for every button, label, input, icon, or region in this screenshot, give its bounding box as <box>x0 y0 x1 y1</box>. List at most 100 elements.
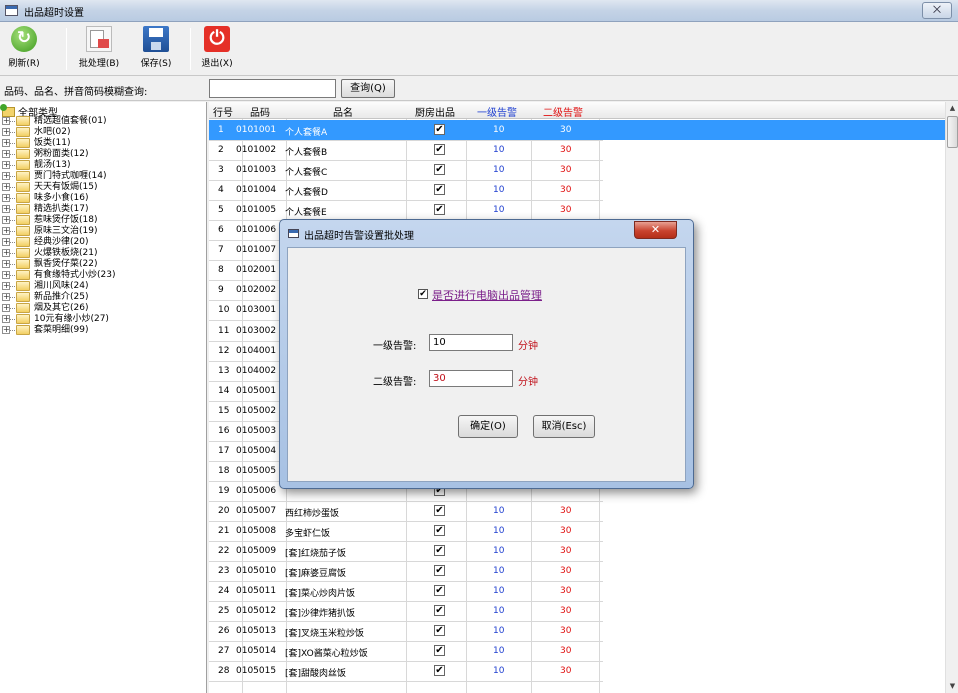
cell-row-no: 13 <box>218 366 230 376</box>
ok-button[interactable]: 确定(O) <box>458 415 518 438</box>
cell-row-no: 23 <box>218 566 230 576</box>
cell-name: 多宝虾仁饭 <box>285 529 331 539</box>
cell-level1: 10 <box>493 586 505 596</box>
batch-button[interactable]: 批处理(B) <box>72 26 126 72</box>
kitchen-checkbox[interactable]: ✔ <box>434 665 445 676</box>
expand-icon[interactable]: + <box>2 150 10 158</box>
expand-icon[interactable]: + <box>2 293 10 301</box>
kitchen-checkbox[interactable]: ✔ <box>434 585 445 596</box>
cell-code: 0104002 <box>236 366 277 376</box>
tree-connector <box>10 220 15 221</box>
kitchen-checkbox[interactable]: ✔ <box>434 545 445 556</box>
kitchen-checkbox[interactable]: ✔ <box>434 605 445 616</box>
grid-header: 行号 品码 品名 厨房出品 一级告警 二级告警 <box>209 102 945 119</box>
expand-icon[interactable]: + <box>2 260 10 268</box>
tree-connector <box>10 132 15 133</box>
save-button[interactable]: 保存(S) <box>134 26 178 72</box>
cell-code: 0101002 <box>236 145 277 155</box>
dialog-window-icon <box>288 229 299 238</box>
kitchen-checkbox[interactable]: ✔ <box>434 144 445 155</box>
table-row[interactable]: 5 0101005 个人套餐E ✔ 10 30 <box>209 200 945 220</box>
kitchen-checkbox[interactable]: ✔ <box>434 204 445 215</box>
dialog-close-button[interactable]: ✕ <box>634 221 677 239</box>
header-level1[interactable]: 一级告警 <box>477 104 517 119</box>
kitchen-checkbox[interactable]: ✔ <box>434 505 445 516</box>
level2-input[interactable] <box>429 370 513 387</box>
table-row[interactable]: 23 0105010 [套]麻婆豆腐饭 ✔ 10 30 <box>209 561 945 581</box>
table-row[interactable]: 27 0105014 [套]XO酱菜心粒炒饭 ✔ 10 30 <box>209 641 945 661</box>
expand-icon[interactable]: + <box>2 183 10 191</box>
search-input[interactable] <box>209 79 336 98</box>
cell-code: 0103001 <box>236 305 277 315</box>
expand-icon[interactable]: + <box>2 326 10 334</box>
table-row[interactable]: 20 0105007 西红柿炒蛋饭 ✔ 10 30 <box>209 501 945 521</box>
expand-icon[interactable]: + <box>2 117 10 125</box>
expand-icon[interactable]: + <box>2 172 10 180</box>
cell-code: 0101005 <box>236 205 277 215</box>
folder-icon <box>16 193 30 203</box>
table-row[interactable]: 25 0105012 [套]沙律炸猪扒饭 ✔ 10 30 <box>209 601 945 621</box>
table-row[interactable]: 22 0105009 [套]红烧茄子饭 ✔ 10 30 <box>209 541 945 561</box>
search-bar: 品码、品名、拼音简码模糊查询: 查询(Q) <box>0 77 958 101</box>
cell-name: [套]麻婆豆腐饭 <box>285 569 347 579</box>
tree-connector <box>10 253 15 254</box>
kitchen-checkbox[interactable]: ✔ <box>434 565 445 576</box>
expand-icon[interactable]: + <box>2 216 10 224</box>
table-row[interactable]: 28 0105015 [套]甜酸肉丝饭 ✔ 10 30 <box>209 661 945 681</box>
kitchen-checkbox[interactable]: ✔ <box>434 124 445 135</box>
header-kitchen[interactable]: 厨房出品 <box>415 104 455 119</box>
enable-checkbox-label[interactable]: 是否进行电脑出品管理 <box>432 287 542 303</box>
header-name[interactable]: 品名 <box>333 104 353 119</box>
tree-connector <box>10 286 15 287</box>
kitchen-checkbox[interactable]: ✔ <box>434 625 445 636</box>
expand-icon[interactable]: + <box>2 205 10 213</box>
cell-code: 0105008 <box>236 526 277 536</box>
table-row[interactable]: 3 0101003 个人套餐C ✔ 10 30 <box>209 160 945 180</box>
grid-scrollbar[interactable]: ▲ ▼ <box>945 102 958 693</box>
expand-icon[interactable]: + <box>2 249 10 257</box>
expand-icon[interactable]: + <box>2 128 10 136</box>
window-close-button[interactable]: ⨉ <box>922 2 952 19</box>
window-title: 出品超时设置 <box>24 8 84 19</box>
kitchen-checkbox[interactable]: ✔ <box>434 164 445 175</box>
expand-icon[interactable]: + <box>2 139 10 147</box>
kitchen-checkbox[interactable]: ✔ <box>434 184 445 195</box>
table-row[interactable]: 26 0105013 [套]叉烧玉米粒炒饭 ✔ 10 30 <box>209 621 945 641</box>
header-row-no[interactable]: 行号 <box>213 104 233 119</box>
cell-row-no: 11 <box>218 326 230 336</box>
table-row[interactable]: 24 0105011 [套]菜心炒肉片饭 ✔ 10 30 <box>209 581 945 601</box>
expand-icon[interactable]: + <box>2 161 10 169</box>
category-tree: 全部类型 + 精选超值套餐(01) + 水吧(02) + 饭类(11) + 粥粉面类(12) +… <box>0 102 207 693</box>
table-row[interactable]: 1 0101001 个人套餐A ✔ 10 30 <box>209 120 945 140</box>
expand-icon[interactable]: + <box>2 315 10 323</box>
header-level2[interactable]: 二级告警 <box>543 104 583 119</box>
expand-icon[interactable]: + <box>2 238 10 246</box>
expand-icon[interactable]: + <box>2 304 10 312</box>
expand-icon[interactable]: + <box>2 227 10 235</box>
query-button[interactable]: 查询(Q) <box>341 79 395 98</box>
cell-row-no: 28 <box>218 666 230 676</box>
kitchen-checkbox[interactable]: ✔ <box>434 645 445 656</box>
exit-button[interactable]: 退出(X) <box>196 26 238 72</box>
header-code[interactable]: 品码 <box>250 104 270 119</box>
tree-root[interactable]: 全部类型 <box>0 104 58 119</box>
cell-level2: 30 <box>560 506 572 516</box>
table-row[interactable]: 21 0105008 多宝虾仁饭 ✔ 10 30 <box>209 521 945 541</box>
scroll-down-icon[interactable]: ▼ <box>948 682 957 691</box>
cell-code: 0101001 <box>236 125 277 135</box>
enable-checkbox[interactable]: ✔ <box>418 289 428 299</box>
expand-icon[interactable]: + <box>2 194 10 202</box>
table-row[interactable]: 2 0101002 个人套餐B ✔ 10 30 <box>209 140 945 160</box>
level1-input[interactable] <box>429 334 513 351</box>
cell-row-no: 1 <box>218 125 224 135</box>
cell-row-no: 2 <box>218 145 224 155</box>
expand-icon[interactable]: + <box>2 282 10 290</box>
kitchen-checkbox[interactable]: ✔ <box>434 525 445 536</box>
refresh-button[interactable]: 刷新(R) <box>4 26 44 72</box>
scroll-up-icon[interactable]: ▲ <box>948 104 957 113</box>
table-row[interactable]: 4 0101004 个人套餐D ✔ 10 30 <box>209 180 945 200</box>
cell-code: 0105004 <box>236 446 277 456</box>
cancel-button[interactable]: 取消(Esc) <box>533 415 595 438</box>
scroll-thumb[interactable] <box>947 116 958 148</box>
expand-icon[interactable]: + <box>2 271 10 279</box>
